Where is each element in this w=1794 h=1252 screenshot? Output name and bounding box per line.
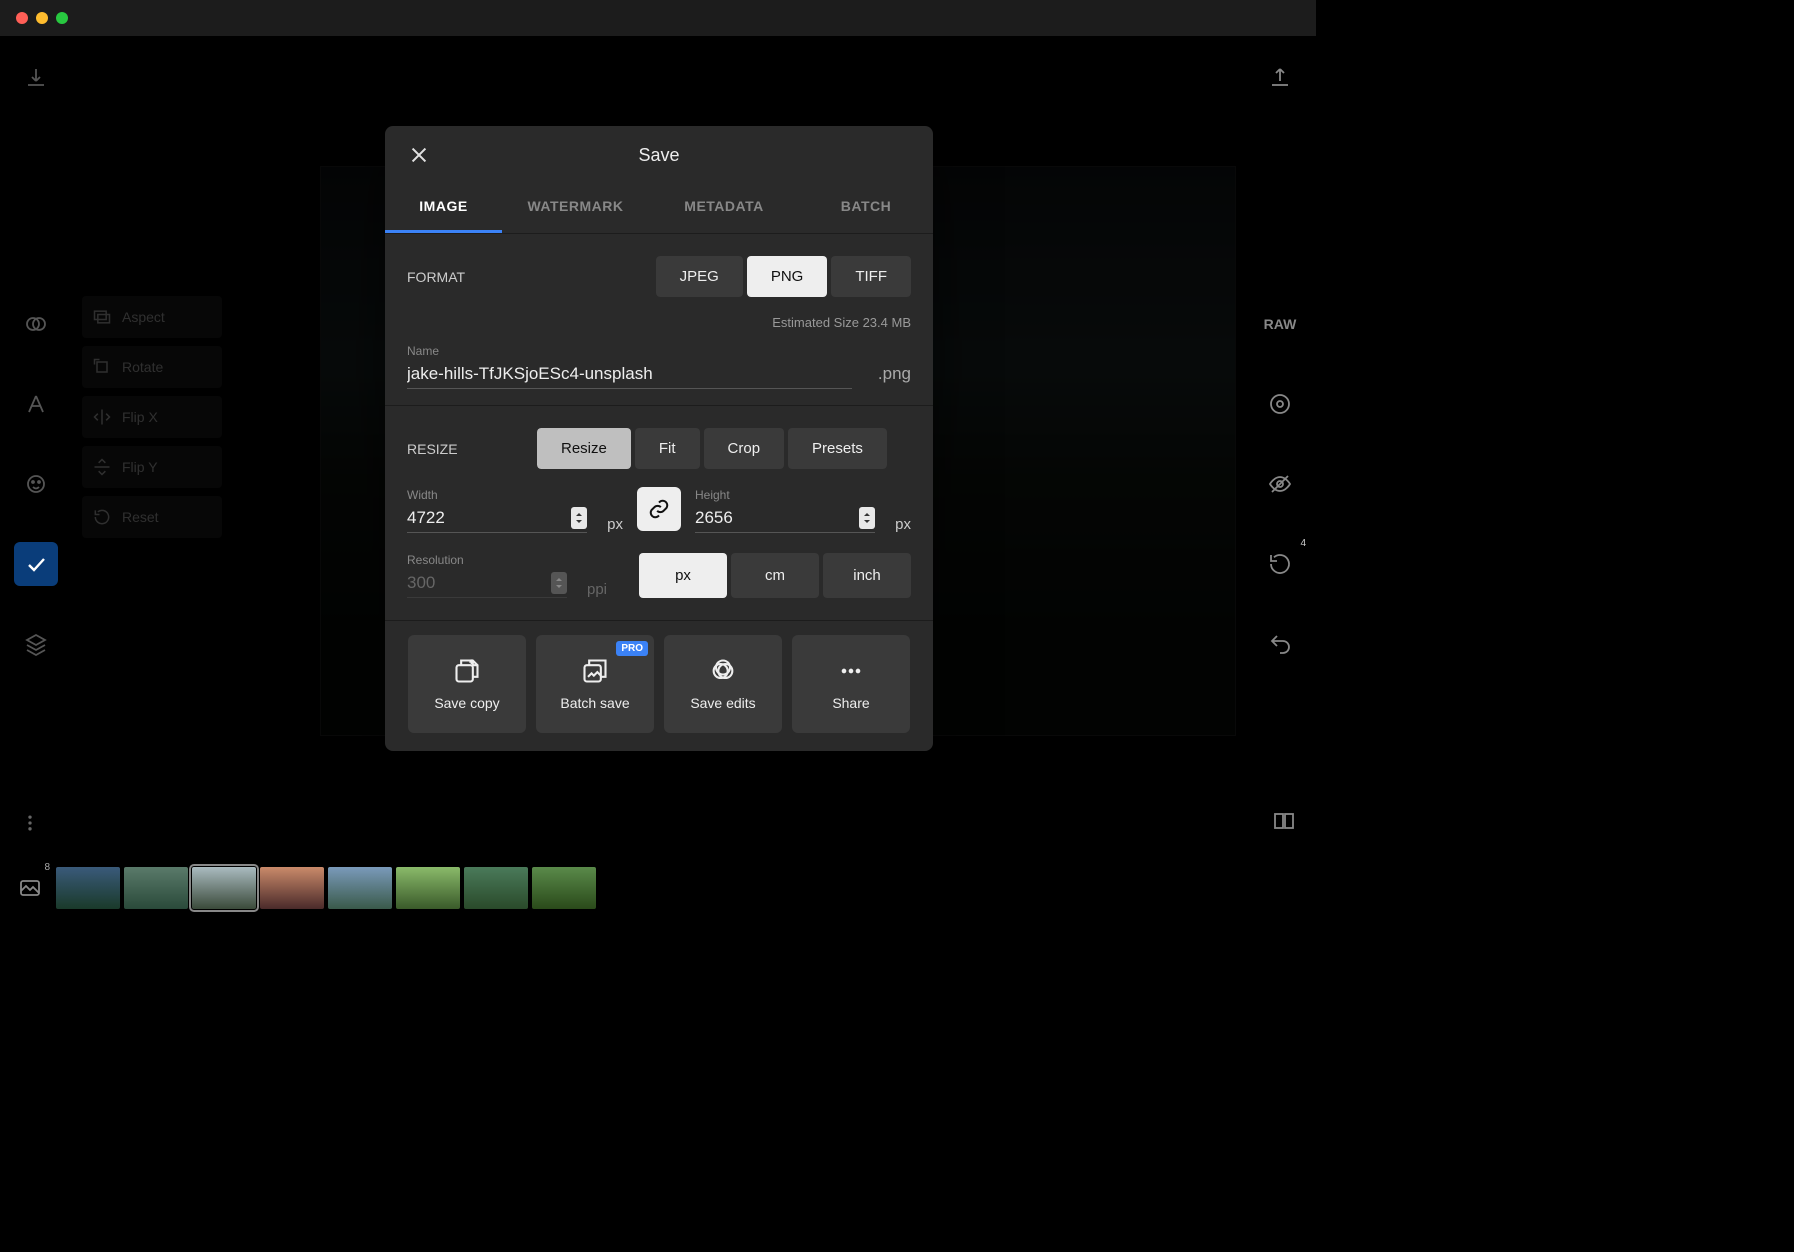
save-edits-label: Save edits xyxy=(690,695,755,711)
tab-metadata[interactable]: METADATA xyxy=(649,184,799,233)
format-label: FORMAT xyxy=(407,269,537,285)
height-unit: px xyxy=(895,516,911,533)
window-close-button[interactable] xyxy=(16,12,28,24)
name-input[interactable] xyxy=(407,360,852,388)
resize-mode-crop[interactable]: Crop xyxy=(704,428,785,469)
tab-image[interactable]: IMAGE xyxy=(385,184,502,233)
resize-segmented: Resize Fit Crop Presets xyxy=(537,428,887,469)
tab-watermark[interactable]: WATERMARK xyxy=(502,184,649,233)
format-segmented: JPEG PNG TIFF xyxy=(656,256,911,297)
unit-px[interactable]: px xyxy=(639,553,727,598)
share-button[interactable]: Share xyxy=(792,635,910,733)
save-edits-button[interactable]: Save edits xyxy=(664,635,782,733)
unit-inch[interactable]: inch xyxy=(823,553,911,598)
resize-mode-resize[interactable]: Resize xyxy=(537,428,631,469)
titlebar xyxy=(0,0,1316,36)
unit-segmented: px cm inch xyxy=(639,553,911,598)
link-dimensions-icon[interactable] xyxy=(637,487,681,531)
resolution-input xyxy=(407,569,543,597)
resize-label: RESIZE xyxy=(407,441,537,457)
resize-mode-fit[interactable]: Fit xyxy=(635,428,700,469)
share-label: Share xyxy=(832,695,869,711)
file-extension: .png xyxy=(862,364,911,384)
resolution-unit: ppi xyxy=(587,581,607,598)
modal-title: Save xyxy=(385,145,933,166)
width-stepper[interactable] xyxy=(571,507,587,529)
format-jpeg[interactable]: JPEG xyxy=(656,256,743,297)
resolution-stepper xyxy=(551,572,567,594)
modal-tabs: IMAGE WATERMARK METADATA BATCH xyxy=(385,184,933,234)
save-copy-button[interactable]: Save copy xyxy=(408,635,526,733)
tab-batch[interactable]: BATCH xyxy=(799,184,933,233)
resolution-label: Resolution xyxy=(407,553,567,567)
format-png[interactable]: PNG xyxy=(747,256,828,297)
batch-save-button[interactable]: PRO Batch save xyxy=(536,635,654,733)
estimated-size: Estimated Size 23.4 MB xyxy=(407,315,911,330)
window-minimize-button[interactable] xyxy=(36,12,48,24)
height-stepper[interactable] xyxy=(859,507,875,529)
pro-badge: PRO xyxy=(616,641,648,656)
name-label: Name xyxy=(407,344,911,358)
height-input[interactable] xyxy=(695,504,851,532)
width-label: Width xyxy=(407,488,587,502)
resize-mode-presets[interactable]: Presets xyxy=(788,428,887,469)
batch-save-label: Batch save xyxy=(560,695,629,711)
save-copy-label: Save copy xyxy=(434,695,499,711)
height-label: Height xyxy=(695,488,875,502)
width-unit: px xyxy=(607,516,623,533)
width-input[interactable] xyxy=(407,504,563,532)
window-zoom-button[interactable] xyxy=(56,12,68,24)
close-icon[interactable] xyxy=(405,141,433,169)
format-tiff[interactable]: TIFF xyxy=(831,256,911,297)
modal-footer: Save copy PRO Batch save Save edits Shar… xyxy=(385,620,933,751)
unit-cm[interactable]: cm xyxy=(731,553,819,598)
save-modal: Save IMAGE WATERMARK METADATA BATCH FORM… xyxy=(385,126,933,751)
